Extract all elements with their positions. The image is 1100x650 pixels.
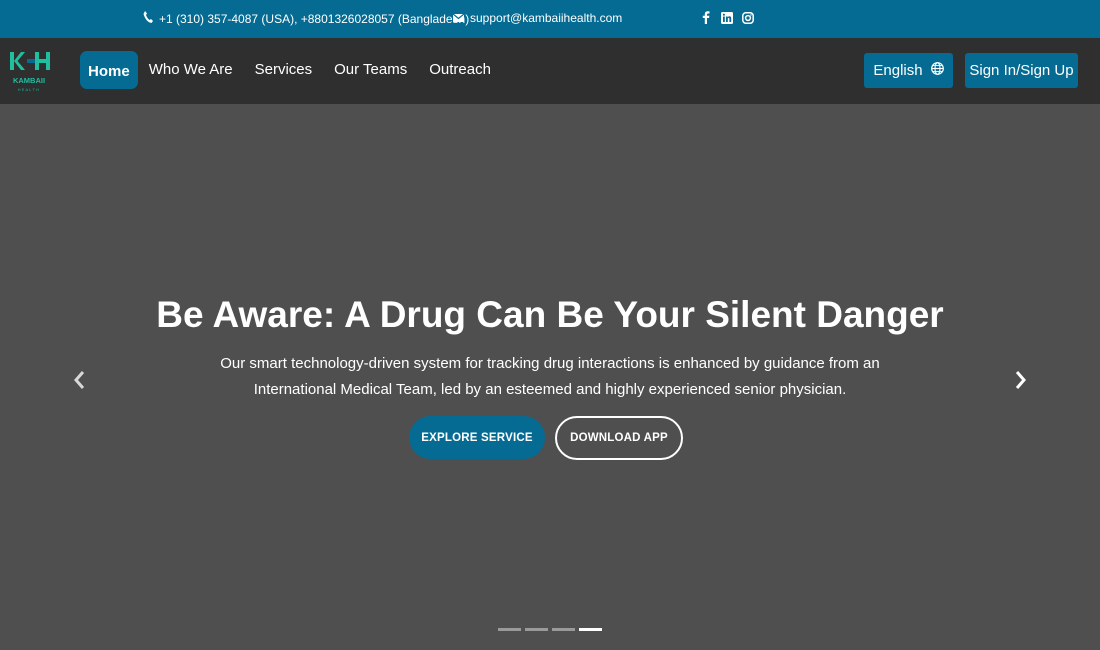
- kambaii-health-logo[interactable]: KAMBAII HEALTH: [8, 52, 54, 94]
- social-links: [699, 11, 754, 24]
- phone-icon: [143, 11, 153, 26]
- hero-title: Be Aware: A Drug Can Be Your Silent Dang…: [156, 294, 944, 335]
- nav-item-our-teams[interactable]: Our Teams: [323, 51, 418, 89]
- hero-description: Our smart technology-driven system for t…: [220, 355, 880, 398]
- svg-text:HEALTH: HEALTH: [18, 88, 40, 92]
- instagram-icon[interactable]: [741, 11, 754, 24]
- mail-icon: [452, 11, 465, 25]
- main-navbar: KAMBAII HEALTH Home Who We Are Services …: [0, 38, 1100, 104]
- nav-item-services[interactable]: Services: [244, 51, 324, 89]
- carousel-indicator-4[interactable]: [579, 628, 602, 631]
- nav-item-home[interactable]: Home: [80, 51, 138, 89]
- carousel-next-arrow-icon[interactable]: [1010, 368, 1030, 392]
- primary-nav: Home Who We Are Services Our Teams Outre…: [80, 51, 502, 89]
- hero-carousel: Be Aware: A Drug Can Be Your Silent Dang…: [0, 104, 1100, 650]
- language-label: English: [873, 62, 923, 79]
- sign-in-sign-up-button[interactable]: Sign In/Sign Up: [965, 53, 1078, 88]
- phone-text: +1 (310) 357-4087 (USA), +8801326028057 …: [159, 11, 470, 26]
- download-app-button[interactable]: DOWNLOAD APP: [555, 416, 683, 460]
- globe-icon: [930, 62, 944, 79]
- explore-service-button[interactable]: EXPLORE SERVICE: [409, 416, 545, 459]
- svg-text:KAMBAII: KAMBAII: [13, 76, 45, 85]
- carousel-prev-arrow-icon[interactable]: [70, 368, 90, 392]
- linkedin-icon[interactable]: [720, 11, 733, 24]
- contact-email[interactable]: support@kambaiihealth.com: [452, 11, 623, 25]
- contact-phone[interactable]: +1 (310) 357-4087 (USA), +8801326028057 …: [143, 11, 469, 26]
- carousel-indicator-3[interactable]: [552, 628, 575, 631]
- facebook-icon[interactable]: [699, 11, 712, 24]
- carousel-indicator-1[interactable]: [498, 628, 521, 631]
- email-text: support@kambaiihealth.com: [470, 11, 623, 25]
- nav-item-outreach[interactable]: Outreach: [418, 51, 502, 89]
- carousel-indicators: [498, 628, 602, 631]
- top-contact-bar: +1 (310) 357-4087 (USA), +8801326028057 …: [0, 0, 1100, 38]
- language-selector-button[interactable]: English: [864, 53, 953, 88]
- carousel-indicator-2[interactable]: [525, 628, 548, 631]
- nav-item-who-we-are[interactable]: Who We Are: [138, 51, 244, 89]
